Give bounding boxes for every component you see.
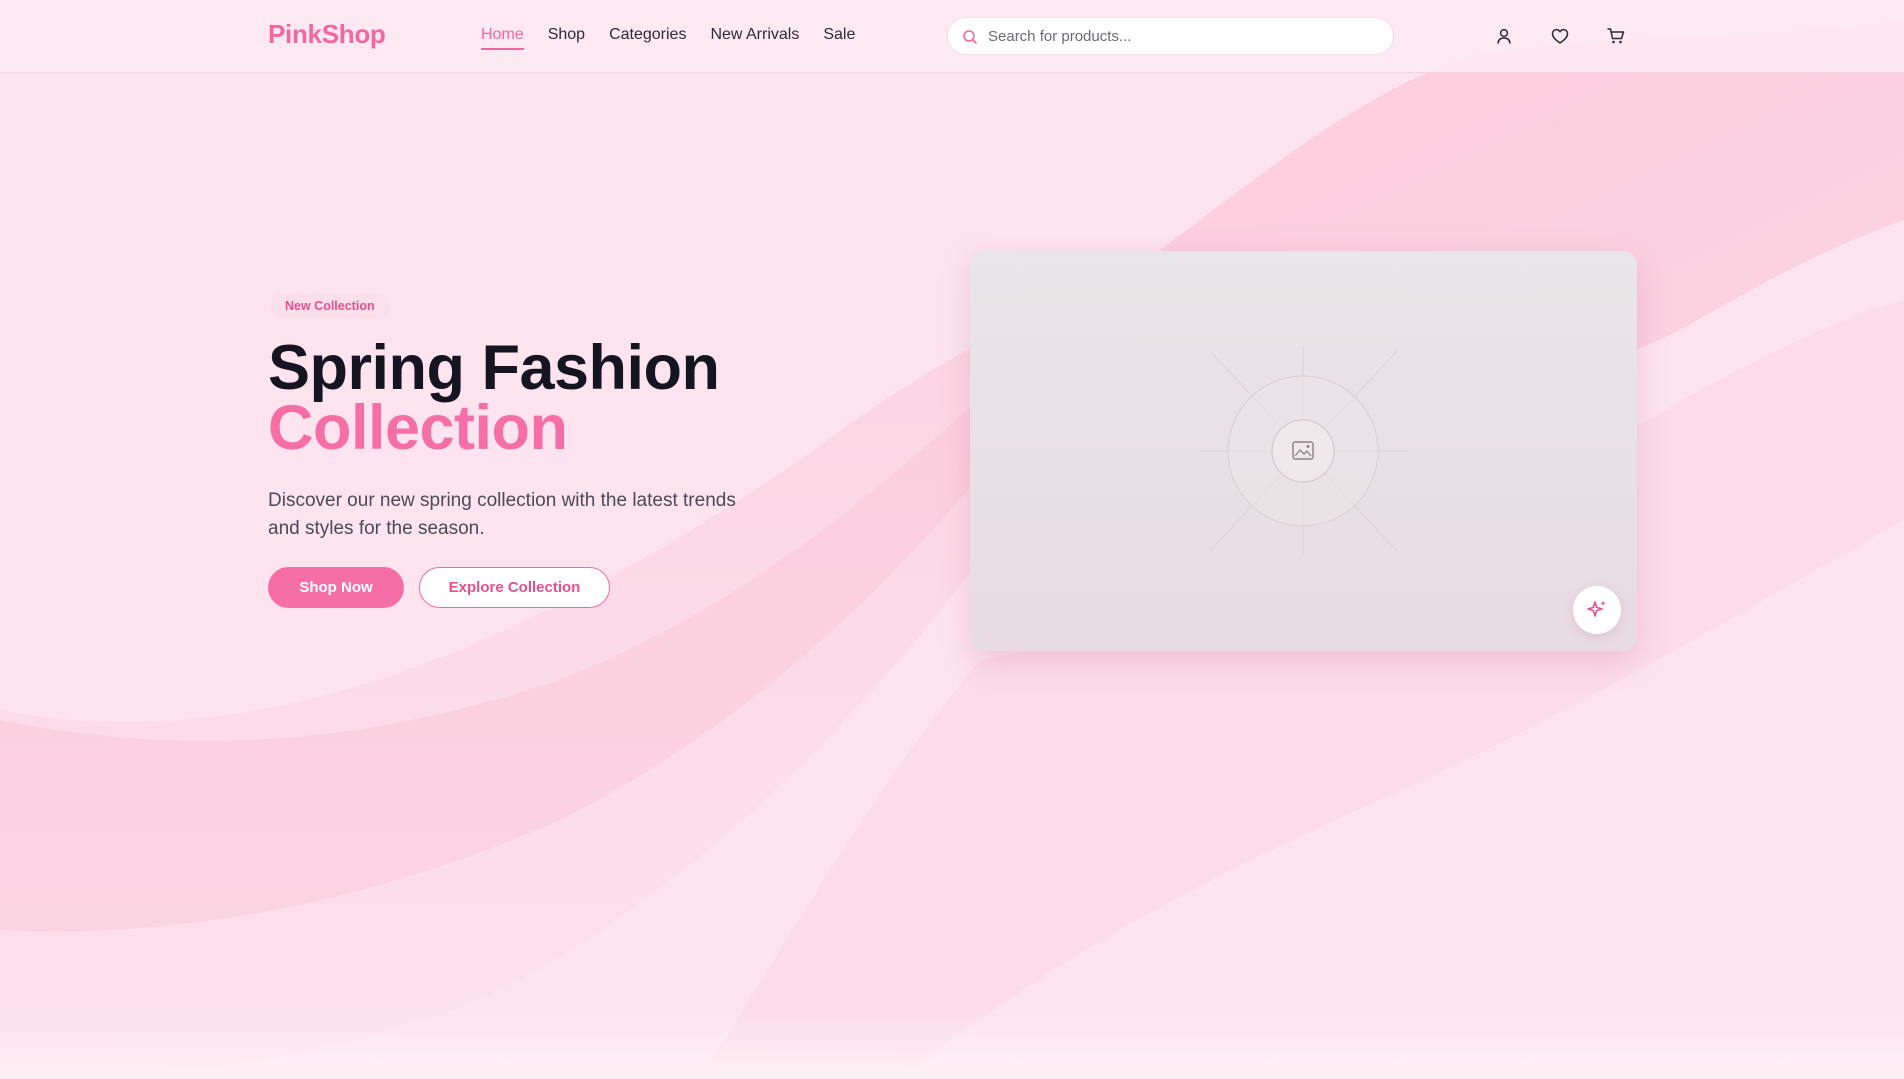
nav-new-arrivals[interactable]: New Arrivals [710, 26, 799, 48]
search-bar [947, 17, 1394, 55]
hero-description: Discover our new spring collection with … [268, 490, 736, 539]
shop-now-button[interactable]: Shop Now [268, 567, 404, 608]
hero-title-line2: Collection [268, 393, 568, 463]
user-icon[interactable] [1493, 25, 1515, 47]
search-input[interactable] [988, 18, 1378, 54]
logo[interactable]: PinkShop [268, 19, 386, 50]
bottom-fade [0, 1009, 1904, 1079]
hero-title: Spring Fashion Collection [268, 337, 720, 463]
image-placeholder-graphic [1200, 346, 1407, 556]
sparkle-icon [1587, 600, 1606, 617]
nav-home[interactable]: Home [481, 26, 524, 50]
heart-icon[interactable] [1549, 25, 1571, 47]
sparkle-button[interactable] [1573, 586, 1621, 634]
nav-sale[interactable]: Sale [823, 26, 855, 48]
search-icon [961, 28, 979, 46]
explore-collection-button[interactable]: Explore Collection [419, 567, 610, 608]
nav-shop[interactable]: Shop [548, 26, 585, 48]
main-nav: Home Shop Categories New Arrivals Sale [481, 26, 855, 50]
hero-image-card [970, 251, 1637, 651]
nav-categories[interactable]: Categories [609, 26, 686, 48]
cart-icon[interactable] [1605, 25, 1627, 47]
new-collection-badge: New Collection [270, 293, 390, 319]
site-header: PinkShop Home Shop Categories New Arriva… [0, 0, 1904, 73]
